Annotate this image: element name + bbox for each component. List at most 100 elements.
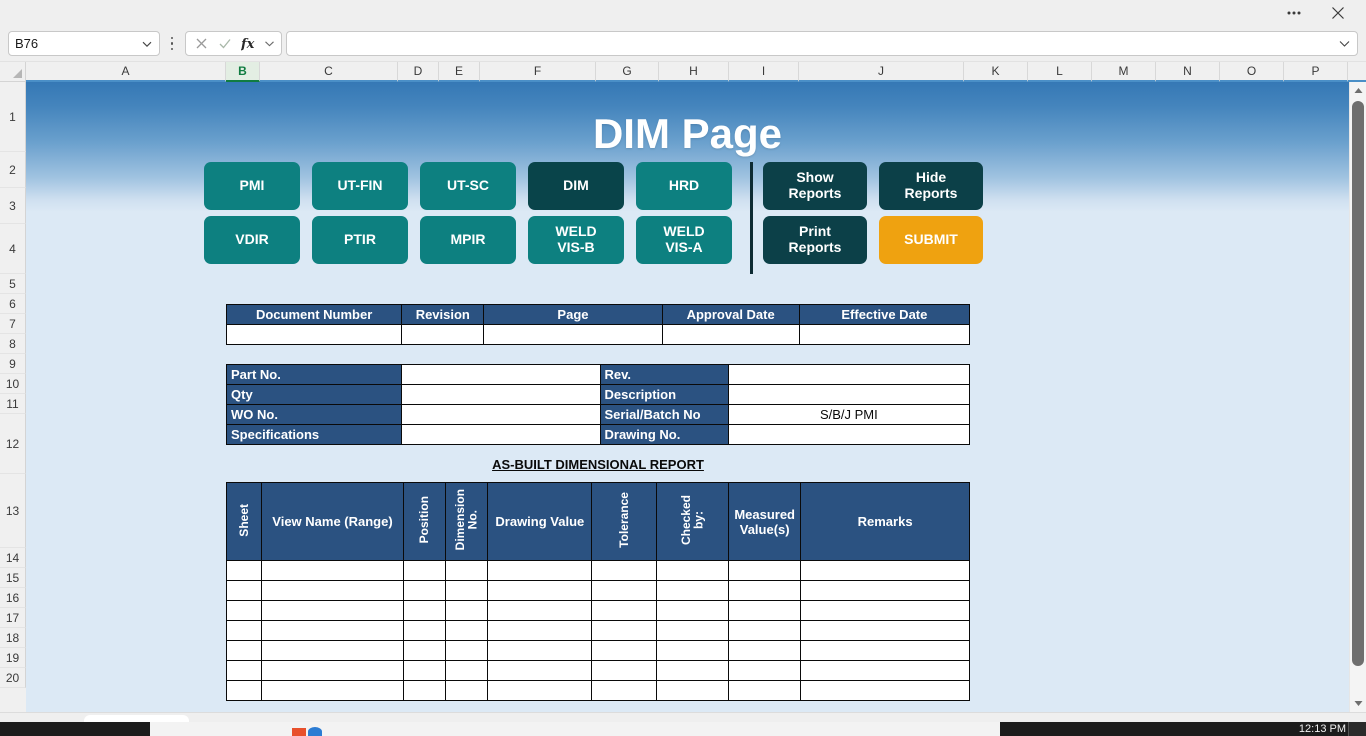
taskbar-clock[interactable]: 12:13 PM (1299, 722, 1346, 736)
dim-data-cell[interactable] (260, 620, 404, 641)
row-header-16[interactable]: 16 (0, 588, 26, 608)
dim-data-cell[interactable] (728, 580, 802, 601)
row-header-20[interactable]: 20 (0, 668, 26, 688)
row-header-9[interactable]: 9 (0, 354, 26, 374)
nav-button-pmi[interactable]: PMI (204, 162, 300, 210)
action-button-print-reports[interactable]: Print Reports (763, 216, 867, 264)
nav-button-ptir[interactable]: PTIR (312, 216, 408, 264)
dim-data-cell[interactable] (487, 580, 593, 601)
dim-data-cell[interactable] (226, 660, 262, 681)
dim-data-cell[interactable] (487, 560, 593, 581)
dim-data-cell[interactable] (656, 580, 730, 601)
part-value-cell[interactable] (727, 364, 971, 385)
fx-icon[interactable]: fx (240, 34, 258, 54)
dim-data-cell[interactable] (402, 580, 447, 601)
dim-data-cell[interactable] (728, 640, 802, 661)
row-header-6[interactable]: 6 (0, 294, 26, 314)
vertical-ellipsis-icon[interactable] (163, 31, 181, 56)
row-header-17[interactable]: 17 (0, 608, 26, 628)
part-value-cell[interactable] (727, 384, 971, 405)
dim-data-cell[interactable] (445, 620, 489, 641)
dim-data-cell[interactable] (402, 600, 447, 621)
dim-data-cell[interactable] (591, 580, 658, 601)
nav-button-vdir[interactable]: VDIR (204, 216, 300, 264)
dim-data-cell[interactable] (260, 560, 404, 581)
row-header-3[interactable]: 3 (0, 188, 26, 224)
dim-data-cell[interactable] (656, 680, 730, 701)
action-button-hide-reports[interactable]: Hide Reports (879, 162, 983, 210)
row-header-19[interactable]: 19 (0, 648, 26, 668)
dim-data-cell[interactable] (656, 560, 730, 581)
scroll-down-arrow-icon[interactable] (1350, 695, 1366, 712)
dim-data-cell[interactable] (445, 660, 489, 681)
dim-data-cell[interactable] (402, 640, 447, 661)
nav-button-ut-fin[interactable]: UT-FIN (312, 162, 408, 210)
dim-data-cell[interactable] (800, 600, 970, 621)
dim-data-cell[interactable] (226, 580, 262, 601)
row-header-2[interactable]: 2 (0, 152, 26, 188)
row-header-12[interactable]: 12 (0, 414, 26, 474)
column-header-f[interactable]: F (480, 62, 596, 82)
column-header-d[interactable]: D (398, 62, 439, 82)
dim-data-cell[interactable] (445, 560, 489, 581)
dim-data-cell[interactable] (445, 600, 489, 621)
cancel-x-icon[interactable] (192, 34, 210, 54)
dim-data-cell[interactable] (800, 680, 970, 701)
dim-data-cell[interactable] (591, 660, 658, 681)
dim-data-cell[interactable] (260, 680, 404, 701)
doc-value-cell[interactable] (401, 324, 485, 345)
dim-data-cell[interactable] (226, 620, 262, 641)
chevron-down-icon[interactable] (141, 38, 153, 50)
dim-data-cell[interactable] (226, 600, 262, 621)
scrollbar-thumb[interactable] (1352, 101, 1364, 666)
doc-value-cell[interactable] (798, 324, 971, 345)
part-value-cell[interactable] (727, 424, 971, 445)
nav-button-ut-sc[interactable]: UT-SC (420, 162, 516, 210)
column-header-h[interactable]: H (659, 62, 729, 82)
dim-data-cell[interactable] (800, 640, 970, 661)
dim-data-cell[interactable] (591, 640, 658, 661)
dim-data-cell[interactable] (260, 660, 404, 681)
action-button-submit[interactable]: SUBMIT (879, 216, 983, 264)
dim-data-cell[interactable] (260, 640, 404, 661)
dim-data-cell[interactable] (487, 660, 593, 681)
dim-data-cell[interactable] (800, 580, 970, 601)
dim-data-cell[interactable] (402, 660, 447, 681)
column-header-b[interactable]: B (226, 62, 260, 82)
dim-data-cell[interactable] (656, 640, 730, 661)
dim-data-cell[interactable] (226, 560, 262, 581)
column-header-n[interactable]: N (1156, 62, 1220, 82)
part-value-cell[interactable] (401, 404, 601, 425)
row-header-1[interactable]: 1 (0, 82, 26, 152)
doc-value-cell[interactable] (661, 324, 800, 345)
dim-data-cell[interactable] (226, 640, 262, 661)
sheet-canvas[interactable]: DIM Page PMI UT-FIN UT-SC DIM HRD VDIR PTIR MP… (26, 82, 1349, 712)
dim-data-cell[interactable] (402, 560, 447, 581)
row-header-13[interactable]: 13 (0, 474, 26, 548)
dim-data-cell[interactable] (728, 660, 802, 681)
more-options-button[interactable] (1272, 1, 1316, 25)
part-value-cell[interactable] (401, 364, 601, 385)
row-header-5[interactable]: 5 (0, 274, 26, 294)
row-header-11[interactable]: 11 (0, 394, 26, 414)
dim-data-cell[interactable] (260, 580, 404, 601)
close-button[interactable] (1316, 1, 1360, 25)
part-value-cell[interactable]: S/B/J PMI (727, 404, 971, 425)
dim-data-cell[interactable] (656, 620, 730, 641)
dim-data-cell[interactable] (445, 680, 489, 701)
dim-data-cell[interactable] (728, 600, 802, 621)
dim-data-cell[interactable] (800, 660, 970, 681)
part-value-cell[interactable] (401, 384, 601, 405)
dim-data-cell[interactable] (402, 680, 447, 701)
row-header-18[interactable]: 18 (0, 628, 26, 648)
nav-button-weld-vis-b[interactable]: WELD VIS-B (528, 216, 624, 264)
scroll-up-arrow-icon[interactable] (1350, 82, 1366, 99)
row-header-10[interactable]: 10 (0, 374, 26, 394)
column-header-k[interactable]: K (964, 62, 1028, 82)
taskbar-app-icon-red[interactable] (292, 728, 306, 736)
chevron-down-icon[interactable] (264, 34, 275, 54)
row-header-14[interactable]: 14 (0, 548, 26, 568)
dim-data-cell[interactable] (445, 580, 489, 601)
dim-data-cell[interactable] (656, 660, 730, 681)
name-box[interactable]: B76 (8, 31, 160, 56)
